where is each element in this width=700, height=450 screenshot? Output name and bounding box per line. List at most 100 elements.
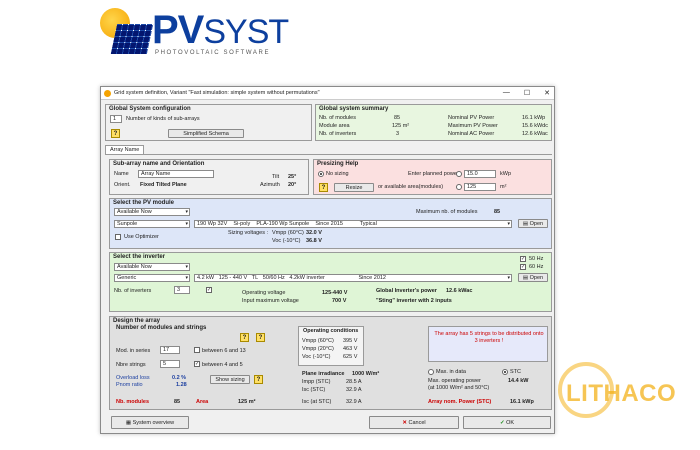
presizing-panel: Presizing Help No sizing Enter planned p… xyxy=(313,159,552,195)
help-button[interactable]: ? xyxy=(319,183,328,192)
minimize-button[interactable]: — xyxy=(503,89,510,97)
help-button[interactable]: ? xyxy=(256,333,265,342)
area-value: 125 m² xyxy=(238,399,256,405)
summary-label: Maximum PV Power xyxy=(448,123,498,129)
summary-value: 16.1 kWp xyxy=(522,115,546,121)
60hz-checkbox[interactable]: ✓ xyxy=(520,264,526,270)
inverter-filter-select[interactable]: Available Now xyxy=(114,263,190,271)
no-sizing-label: No sizing xyxy=(326,171,349,177)
global-summary-header: Global system summary xyxy=(319,106,389,112)
nb-strings-label: Nbre strings xyxy=(116,362,146,368)
50hz-label: 50 Hz xyxy=(529,256,544,262)
vmpp20-label: Vmpp (20°C) xyxy=(302,346,334,352)
stc-label: STC xyxy=(510,369,521,375)
isc-at-stc-label: Isc (at STC) xyxy=(302,399,332,405)
max-op-power-note: (at 1000 W/m² and 50°C) xyxy=(428,385,490,391)
stc-radio[interactable] xyxy=(502,369,508,375)
system-overview-button[interactable]: ▦ System overview xyxy=(111,416,189,429)
inverter-option-checkbox[interactable]: ✓ xyxy=(206,287,212,293)
module-manufacturer-select[interactable]: Sunpole xyxy=(114,220,190,228)
open-icon: ▤ xyxy=(522,221,529,227)
power-unit: kWp xyxy=(500,171,511,177)
mod-series-label: Mod. in series xyxy=(116,348,151,354)
max-modules-label: Maximum nb. of modules xyxy=(416,209,478,215)
isc-label: Isc (STC) xyxy=(302,387,326,393)
inverter-manufacturer-select[interactable]: Generic xyxy=(114,274,190,282)
operating-conditions-box: Operating conditions Vmpp (60°C) 395 V V… xyxy=(298,326,364,366)
module-filter-select[interactable]: Available Now xyxy=(114,208,190,216)
orient-value: Fixed Tilted Plane xyxy=(140,182,187,188)
max-op-power-value: 14.4 kW xyxy=(508,378,529,384)
show-sizing-button[interactable]: Show sizing xyxy=(210,375,250,384)
use-optimizer-checkbox[interactable] xyxy=(115,234,121,240)
app-icon xyxy=(104,89,111,97)
subarray-header: Sub-array name and Orientation xyxy=(113,161,205,167)
impp-value: 28.5 A xyxy=(346,379,362,385)
array-nom-power-label: Array nom. Power (STC) xyxy=(428,399,492,405)
area-input[interactable]: 125 xyxy=(464,183,496,191)
inverter-open-button[interactable]: ▤ Open xyxy=(518,273,548,282)
planned-power-input[interactable]: 15.0 xyxy=(464,170,496,178)
summary-value: 85 xyxy=(394,115,401,121)
global-power-value: 12.6 kWac xyxy=(446,288,473,294)
50hz-checkbox[interactable]: ✓ xyxy=(520,256,526,262)
inverter-header: Select the inverter xyxy=(113,254,166,260)
60hz-label: 60 Hz xyxy=(529,264,544,270)
lithaco-watermark: LITHACO xyxy=(548,352,700,438)
inverter-model-select[interactable]: 4.2 kW 125 - 440 V TL 50/60 Hz 4.2kW inv… xyxy=(194,274,512,282)
solar-panel-icon xyxy=(110,24,154,54)
max-modules-value: 85 xyxy=(494,209,501,215)
modules-strings-header: Number of modules and strings xyxy=(116,325,207,331)
warning-message: The array has 5 strings to be distribute… xyxy=(434,331,544,344)
vmpp-value: 32.0 V xyxy=(306,230,322,236)
voc10-value: 625 V xyxy=(343,354,358,360)
array-name-input[interactable]: Array Name xyxy=(138,170,214,178)
tilt-label: Tilt xyxy=(272,174,280,180)
checkmark-icon: ✓ xyxy=(499,420,505,426)
tilt-value: 25° xyxy=(288,174,297,180)
no-sizing-radio[interactable] xyxy=(318,171,324,177)
global-config-panel: Global System configuration 1 Number of … xyxy=(105,104,312,141)
impp-label: Impp (STC) xyxy=(302,379,331,385)
kinds-stepper[interactable]: 1 xyxy=(110,115,122,123)
sting-note: "Sting" inverter with 2 inputs xyxy=(376,298,452,304)
series-range-checkbox[interactable] xyxy=(194,347,200,353)
cancel-x-icon: ✕ xyxy=(402,420,407,426)
azimuth-label: Azimuth xyxy=(260,182,280,188)
isc-at-stc-value: 32.9 A xyxy=(346,399,362,405)
maximize-button[interactable]: ☐ xyxy=(524,89,530,97)
cancel-button[interactable]: ✕ Cancel xyxy=(369,416,459,429)
mod-series-stepper[interactable]: 17 xyxy=(160,346,180,354)
tab-array-name[interactable]: Array Name xyxy=(105,145,145,154)
module-open-button[interactable]: ▤ Open xyxy=(518,219,548,228)
max-in-data-label: Max. in data xyxy=(436,369,466,375)
vmpp60-label: Vmpp (60°C) xyxy=(302,338,334,344)
irradiance-label: Plane irradiance xyxy=(302,371,345,377)
summary-value: 3 xyxy=(396,131,400,137)
area-unit: m² xyxy=(500,184,507,190)
help-button[interactable]: ? xyxy=(240,333,249,342)
global-config-header: Global System configuration xyxy=(109,106,191,112)
max-in-data-radio[interactable] xyxy=(428,369,434,375)
design-header: Design the array xyxy=(113,318,161,324)
tab-divider xyxy=(105,154,552,155)
warning-box: The array has 5 strings to be distribute… xyxy=(428,326,548,362)
pnom-value: 1.28 xyxy=(176,382,187,388)
module-model-select[interactable]: 190 Wp 32V Si-poly PLA-190 Wp Sunpole Si… xyxy=(194,220,512,228)
resize-button[interactable]: Resize xyxy=(334,183,374,192)
simplified-schema-button[interactable]: Simplified Schema xyxy=(168,129,244,138)
nb-strings-stepper[interactable]: 5 xyxy=(160,360,180,368)
irradiance-value: 1000 W/m² xyxy=(352,371,380,377)
pv-module-panel: Select the PV module Available Now Maxim… xyxy=(109,198,552,249)
help-button[interactable]: ? xyxy=(254,375,263,384)
title-bar: Grid system definition, Variant "Fast si… xyxy=(101,87,554,100)
operating-conditions-header: Operating conditions xyxy=(303,328,359,334)
planned-power-radio[interactable] xyxy=(456,171,462,177)
close-window-button[interactable]: ✕ xyxy=(544,89,550,97)
help-button[interactable]: ? xyxy=(111,129,120,138)
summary-value: 125 m² xyxy=(392,123,410,129)
area-radio[interactable] xyxy=(456,184,462,190)
ok-button[interactable]: ✓ OK xyxy=(463,416,551,429)
nb-inverters-stepper[interactable]: 3 xyxy=(174,286,190,294)
strings-range-checkbox[interactable]: ✓ xyxy=(194,361,200,367)
